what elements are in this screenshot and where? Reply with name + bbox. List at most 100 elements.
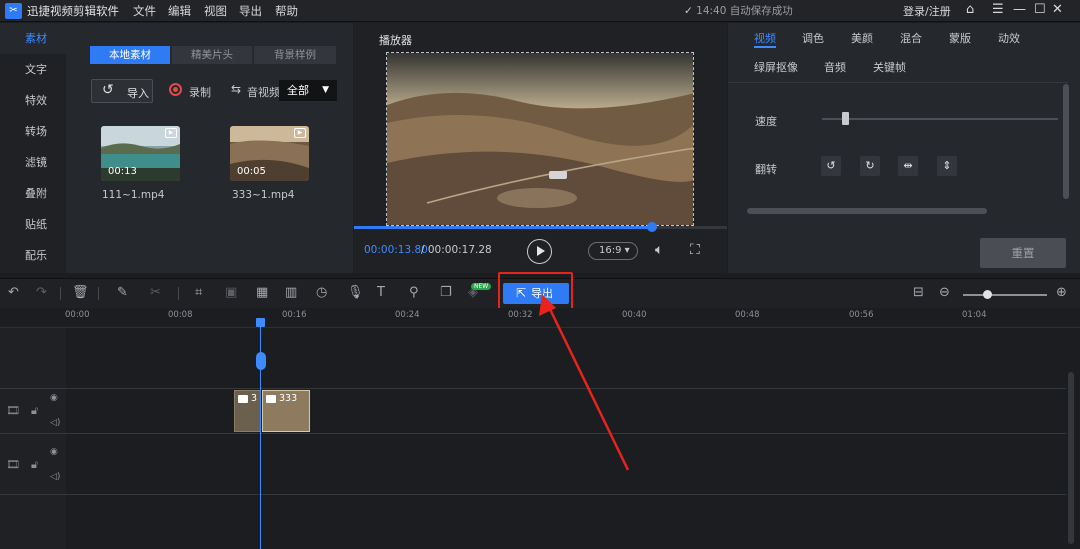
speaker-icon[interactable]: ◁) [50, 418, 60, 428]
microphone-icon[interactable]: 🎙︎ [347, 285, 364, 300]
clock-icon[interactable]: ◷ [316, 285, 327, 300]
maximize-icon[interactable]: ☐ [1034, 2, 1046, 17]
autosave-status: ✓ 14:40 自动保存成功 [684, 3, 793, 18]
nav-item-stickers[interactable]: 贴纸 [0, 209, 66, 240]
menu-help[interactable]: 帮助 [275, 3, 298, 19]
lock-icon[interactable]: 🔓︎ [31, 458, 38, 472]
text-icon[interactable]: T [377, 285, 385, 300]
video-type-icon: ▶ [294, 128, 306, 138]
tab-keyframe[interactable]: 关键帧 [873, 59, 906, 75]
nav-item-text[interactable]: 文字 [0, 54, 66, 85]
tab-beauty[interactable]: 美颜 [851, 30, 873, 46]
speed-slider-knob[interactable] [842, 112, 849, 125]
nav-item-music[interactable]: 配乐 [0, 240, 66, 271]
media-thumb-333[interactable]: ▶ 00:05 [230, 126, 309, 181]
volume-icon[interactable]: 🔈︎ [655, 242, 663, 258]
menu-view[interactable]: 视图 [204, 3, 227, 19]
app-title: 迅捷视频剪辑软件 [27, 4, 119, 18]
nav-item-effects[interactable]: 特效 [0, 85, 66, 116]
timeline-ruler[interactable] [0, 308, 1080, 328]
mosaic-icon[interactable]: ▣ [225, 285, 237, 300]
image-icon[interactable]: ▦ [256, 285, 268, 300]
audio-wave-icon[interactable]: ▥ [285, 285, 297, 300]
timeline-clip-333[interactable]: 333 [262, 390, 310, 432]
fullscreen-icon[interactable]: ⛶ [690, 242, 700, 258]
playhead-marker[interactable] [256, 352, 266, 370]
timeline-clip-111[interactable]: 3 [234, 390, 261, 432]
new-badge: NEW [471, 283, 492, 290]
close-icon[interactable]: ✕ [1052, 2, 1063, 17]
home-icon[interactable]: ⌂ [966, 2, 974, 17]
tab-green-screen[interactable]: 绿屏抠像 [754, 59, 798, 75]
zoom-out-icon[interactable]: ⊖ [939, 285, 950, 300]
tab-intro-clips[interactable]: 精美片头 [172, 46, 252, 64]
ruler-tick: 00:16 [282, 310, 307, 320]
autosave-text: 14:40 自动保存成功 [696, 5, 793, 17]
filter-value: 全部 [287, 84, 309, 97]
minimize-icon[interactable]: — [1013, 2, 1026, 17]
login-link[interactable]: 登录/注册 [903, 3, 951, 19]
scroll-thumb[interactable] [747, 208, 987, 214]
record-label[interactable]: 录制 [189, 84, 211, 100]
media-thumb-111[interactable]: ▶ 00:13 [101, 126, 180, 181]
nav-item-overlay[interactable]: 叠附 [0, 178, 66, 209]
split-icon[interactable]: ✂ [150, 285, 161, 300]
visibility-icon[interactable]: ◉ [50, 447, 58, 457]
horizontal-scrollbar[interactable] [735, 207, 1061, 215]
tab-video[interactable]: 视频 [754, 30, 776, 46]
rotate-right-icon[interactable]: ↻ [860, 156, 880, 176]
tab-local-material[interactable]: 本地素材 [90, 46, 170, 64]
tab-motion[interactable]: 动效 [998, 30, 1020, 46]
active-tab-underline [754, 46, 776, 48]
dropdown-arrow-icon: ▼ [322, 85, 329, 95]
media-name: 111~1.mp4 [102, 189, 165, 201]
tab-blend[interactable]: 混合 [900, 30, 922, 46]
reset-button[interactable]: 重置 [980, 238, 1066, 268]
lock-icon[interactable]: 🔓︎ [31, 404, 38, 418]
zoom-slider-track[interactable] [963, 294, 1047, 296]
undo-icon[interactable]: ↶ [8, 285, 19, 300]
menu-file[interactable]: 文件 [133, 3, 156, 19]
menu-export[interactable]: 导出 [239, 3, 262, 19]
zoom-slider-knob[interactable] [983, 290, 992, 299]
zoom-in-icon[interactable]: ⊕ [1056, 285, 1067, 300]
speed-slider-track[interactable] [822, 118, 1058, 120]
play-button[interactable] [527, 239, 552, 264]
video-type-icon: ▶ [165, 128, 177, 138]
import-button[interactable]: ↺ 导入 [91, 79, 153, 103]
filter-select[interactable]: 全部 ▼ [279, 80, 337, 101]
tab-color[interactable]: 调色 [802, 30, 824, 46]
speaker-icon[interactable]: ◁) [50, 472, 60, 482]
track-area[interactable] [66, 328, 1066, 549]
voice-text-icon[interactable]: ⚲ [409, 285, 419, 300]
clip-label: 3 [251, 393, 258, 404]
media-duration: 00:05 [237, 166, 266, 177]
layer-icon[interactable]: ❐ [440, 285, 452, 300]
delete-icon[interactable]: 🗑︎ [72, 285, 89, 300]
tab-mask[interactable]: 蒙版 [949, 30, 971, 46]
menu-edit[interactable]: 编辑 [168, 3, 191, 19]
tab-background-samples[interactable]: 背景样例 [254, 46, 336, 64]
menu-icon[interactable]: ☰ [992, 2, 1004, 17]
video-preview[interactable] [386, 52, 694, 226]
flip-horizontal-icon[interactable]: ⇹ [898, 156, 918, 176]
vertical-scrollbar[interactable] [1063, 84, 1069, 199]
nav-item-transitions[interactable]: 转场 [0, 116, 66, 147]
tab-audio[interactable]: 音频 [824, 59, 846, 75]
track-divider [0, 494, 1066, 495]
edit-icon[interactable]: ✎ [117, 285, 128, 300]
timeline-vertical-scrollbar[interactable] [1068, 372, 1074, 544]
record-icon[interactable] [169, 83, 182, 96]
nav-item-material[interactable]: 素材 [0, 23, 66, 54]
video-clip-icon [266, 395, 276, 403]
aspect-ratio-value: 16:9 [599, 245, 622, 256]
redo-icon[interactable]: ↷ [36, 285, 47, 300]
fit-timeline-icon[interactable]: ⊟ [913, 285, 924, 300]
clip-label: 333 [279, 393, 298, 404]
flip-vertical-icon[interactable]: ⇕ [937, 156, 957, 176]
rotate-left-icon[interactable]: ↺ [821, 156, 841, 176]
crop-icon[interactable]: ⌗ [195, 285, 202, 300]
aspect-ratio-select[interactable]: 16:9 ▾ [588, 242, 638, 260]
nav-item-filters[interactable]: 滤镜 [0, 147, 66, 178]
visibility-icon[interactable]: ◉ [50, 393, 58, 403]
